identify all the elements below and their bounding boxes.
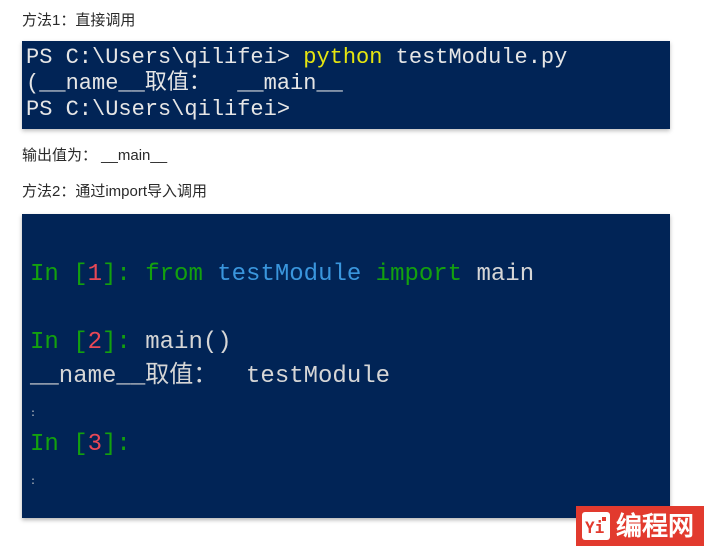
- in2-suffix: ]:: [102, 329, 145, 356]
- in2-prefix: In [: [30, 329, 88, 356]
- spacer-colon: :: [30, 410, 36, 420]
- output-note: 输出值为： __main__: [22, 145, 694, 168]
- ps-prompt-1: PS C:\Users\qilifei>: [26, 45, 303, 70]
- method2-heading: 方法2：通过import导入调用: [22, 181, 694, 204]
- in1-module: testModule: [203, 261, 376, 288]
- logo-icon: Yi: [582, 512, 610, 540]
- in2-call: main(): [145, 329, 231, 356]
- terminal-powershell: PS C:\Users\qilifei> python testModule.p…: [22, 41, 670, 129]
- in1-prefix: In [: [30, 261, 88, 288]
- output-label: 输出值为：: [22, 147, 101, 164]
- line-output: __name__取值： testModule: [30, 363, 390, 390]
- spacer-colon-2: :: [30, 478, 36, 488]
- ps-out-label: __name__取值：: [39, 71, 237, 96]
- in3-num: 3: [88, 431, 102, 458]
- in1-name: main: [462, 261, 534, 288]
- svg-text:Yi: Yi: [585, 518, 605, 537]
- in3-suffix: ]:: [102, 431, 131, 458]
- in1-from: from: [145, 261, 203, 288]
- ps-prompt-2: PS C:\Users\qilifei>: [26, 97, 290, 122]
- output-value: __main__: [101, 147, 167, 164]
- terminal-ipython: In [1]: from testModule import main In […: [22, 214, 670, 518]
- ps-out-value: __main__: [237, 71, 343, 96]
- in1-num: 1: [88, 261, 102, 288]
- ps-out-paren: (: [26, 71, 39, 96]
- in1-suffix: ]:: [102, 261, 145, 288]
- logo-text: 编程网: [616, 507, 694, 546]
- in1-import: import: [376, 261, 462, 288]
- method1-heading: 方法1：直接调用: [22, 10, 694, 33]
- in3-prefix: In [: [30, 431, 88, 458]
- ps-cmd-python: python: [303, 45, 382, 70]
- site-logo: Yi 编程网: [576, 506, 704, 546]
- in2-num: 2: [88, 329, 102, 356]
- ps-cmd-arg: testModule.py: [382, 45, 567, 70]
